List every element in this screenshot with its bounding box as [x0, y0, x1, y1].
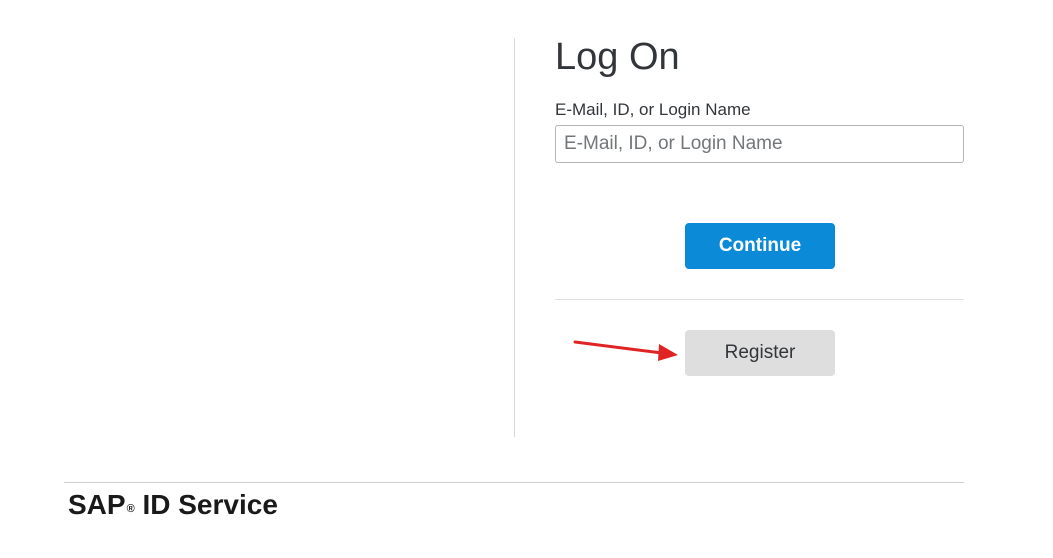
brand-prefix: SAP: [68, 489, 126, 520]
continue-button[interactable]: Continue: [685, 223, 835, 269]
arrow-right-icon: [573, 340, 678, 361]
login-input[interactable]: [555, 125, 964, 163]
brand-logo: SAP® ID Service: [68, 488, 278, 522]
registered-mark: ®: [126, 503, 135, 515]
section-divider: [555, 299, 964, 300]
brand-suffix: ID Service: [134, 489, 278, 520]
page-title: Log On: [555, 36, 680, 78]
panel-divider: [514, 38, 515, 437]
register-button[interactable]: Register: [685, 330, 835, 376]
login-field-label: E-Mail, ID, or Login Name: [555, 100, 751, 119]
footer-divider: [64, 482, 964, 483]
